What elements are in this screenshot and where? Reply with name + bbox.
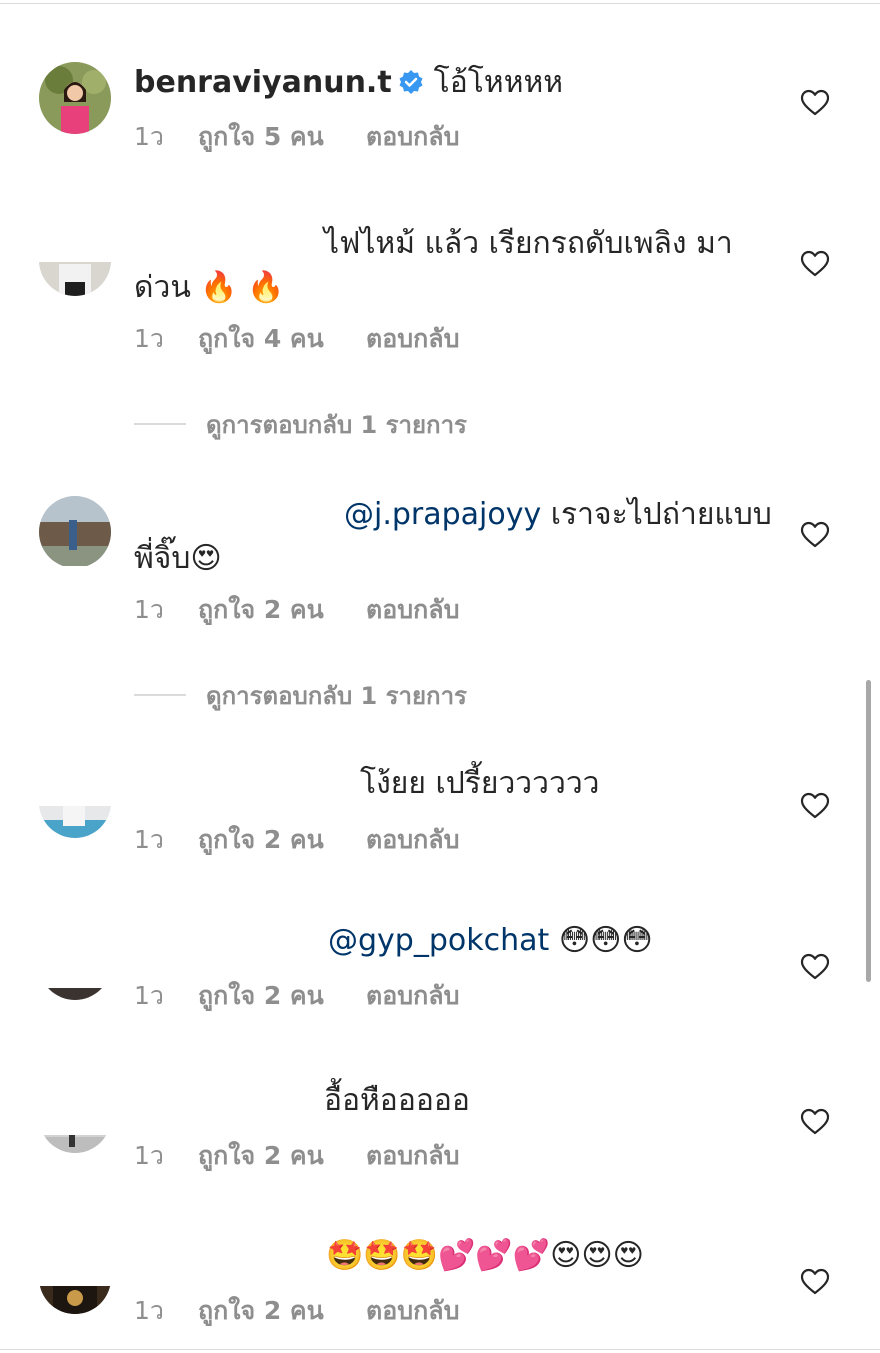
timestamp: 1ว — [134, 595, 164, 624]
avatar-clip — [39, 1135, 111, 1153]
fire-emoji: 🔥 🔥 — [200, 270, 285, 305]
likes-count[interactable]: ถูกใจ 2 คน — [198, 1294, 366, 1328]
likes-count[interactable]: ถูกใจ 2 คน — [198, 979, 366, 1013]
view-replies-label: ดูการตอบกลับ 1 รายการ — [206, 681, 467, 710]
emoji-reaction: 🤩🤩🤩💕💕💕😍😍😍 — [326, 1238, 644, 1273]
comment-text: @gyp_pokchat 😳😳😳 — [134, 919, 774, 963]
comment-text: benraviyanun.t โอ้โหหหห — [134, 61, 774, 105]
view-replies-button[interactable]: ดูการตอบกลับ 1 รายการ — [134, 407, 467, 441]
avatar-clip — [39, 1286, 111, 1314]
comment-body: โอ้โหหหห — [433, 65, 564, 100]
likes-count[interactable]: ถูกใจ 2 คน — [198, 823, 366, 857]
heart-eyes-emoji: 😍 — [190, 541, 222, 576]
avatar[interactable] — [39, 1135, 111, 1153]
comment-meta: 1ว ถูกใจ 2 คน ตอบกลับ — [134, 979, 459, 1013]
likes-count[interactable]: ถูกใจ 2 คน — [198, 593, 366, 627]
comment-meta: 1ว ถูกใจ 4 คน ตอบกลับ — [134, 322, 459, 356]
avatar[interactable] — [39, 806, 111, 838]
divider-line — [134, 694, 186, 696]
timestamp: 1ว — [134, 122, 164, 151]
timestamp: 1ว — [134, 825, 164, 854]
comment-meta: 1ว ถูกใจ 2 คน ตอบกลับ — [134, 593, 459, 627]
reply-button[interactable]: ตอบกลับ — [366, 979, 459, 1013]
comment-text: อื้อหือออออ — [134, 1079, 774, 1123]
avatar-clip — [39, 496, 111, 566]
avatar-clip — [39, 262, 111, 296]
likes-count[interactable]: ถูกใจ 2 คน — [198, 1139, 366, 1173]
avatar[interactable] — [39, 988, 111, 1000]
comment-meta: 1ว ถูกใจ 2 คน ตอบกลับ — [134, 823, 459, 857]
comment-text: @j.prapajoyy เราจะไปถ่ายแบบพี่จิ๊บ😍 — [134, 493, 774, 581]
reply-button[interactable]: ตอบกลับ — [366, 823, 459, 857]
bottom-divider — [0, 1349, 880, 1350]
avatar[interactable] — [39, 1286, 111, 1314]
avatar[interactable] — [39, 496, 111, 566]
avatar-clip — [39, 806, 111, 838]
comment-body: โง้ยย เปรี้ยวววววว — [360, 766, 600, 801]
reply-button[interactable]: ตอบกลับ — [366, 120, 459, 154]
reply-button[interactable]: ตอบกลับ — [366, 322, 459, 356]
comment-meta: 1ว ถูกใจ 5 คน ตอบกลับ — [134, 120, 459, 154]
timestamp: 1ว — [134, 1296, 164, 1325]
username[interactable]: benraviyanun.t — [134, 65, 392, 100]
heart-outline-icon[interactable] — [800, 88, 830, 118]
heart-outline-icon[interactable] — [800, 1267, 830, 1297]
comment-body: อื้อหือออออ — [324, 1083, 470, 1118]
comment-text: 🤩🤩🤩💕💕💕😍😍😍 — [134, 1234, 774, 1278]
heart-outline-icon[interactable] — [800, 1107, 830, 1137]
reply-button[interactable]: ตอบกลับ — [366, 1139, 459, 1173]
scrollbar[interactable] — [866, 680, 871, 982]
flushed-emoji: 😳😳😳 — [558, 923, 653, 958]
reply-button[interactable]: ตอบกลับ — [366, 593, 459, 627]
view-replies-button[interactable]: ดูการตอบกลับ 1 รายการ — [134, 678, 467, 712]
mention-link[interactable]: @gyp_pokchat — [328, 923, 549, 958]
timestamp: 1ว — [134, 981, 164, 1010]
avatar-clip — [39, 988, 111, 1000]
likes-count[interactable]: ถูกใจ 5 คน — [198, 120, 366, 154]
verified-badge-icon — [399, 70, 423, 94]
timestamp: 1ว — [134, 324, 164, 353]
comment-meta: 1ว ถูกใจ 2 คน ตอบกลับ — [134, 1294, 459, 1328]
top-divider — [0, 3, 880, 4]
avatar[interactable] — [39, 262, 111, 296]
reply-button[interactable]: ตอบกลับ — [366, 1294, 459, 1328]
mention-link[interactable]: @j.prapajoyy — [344, 497, 541, 532]
heart-outline-icon[interactable] — [800, 520, 830, 550]
heart-outline-icon[interactable] — [800, 791, 830, 821]
likes-count[interactable]: ถูกใจ 4 คน — [198, 322, 366, 356]
heart-outline-icon[interactable] — [800, 249, 830, 279]
comment-meta: 1ว ถูกใจ 2 คน ตอบกลับ — [134, 1139, 459, 1173]
divider-line — [134, 423, 186, 425]
timestamp: 1ว — [134, 1141, 164, 1170]
heart-outline-icon[interactable] — [800, 952, 830, 982]
comment-text: โง้ยย เปรี้ยวววววว — [134, 762, 774, 806]
avatar[interactable] — [39, 62, 111, 134]
view-replies-label: ดูการตอบกลับ 1 รายการ — [206, 410, 467, 439]
comment-text: ไฟไหม้ แล้ว เรียกรถดับเพลิง มา ด่วน 🔥 🔥 — [134, 222, 774, 310]
